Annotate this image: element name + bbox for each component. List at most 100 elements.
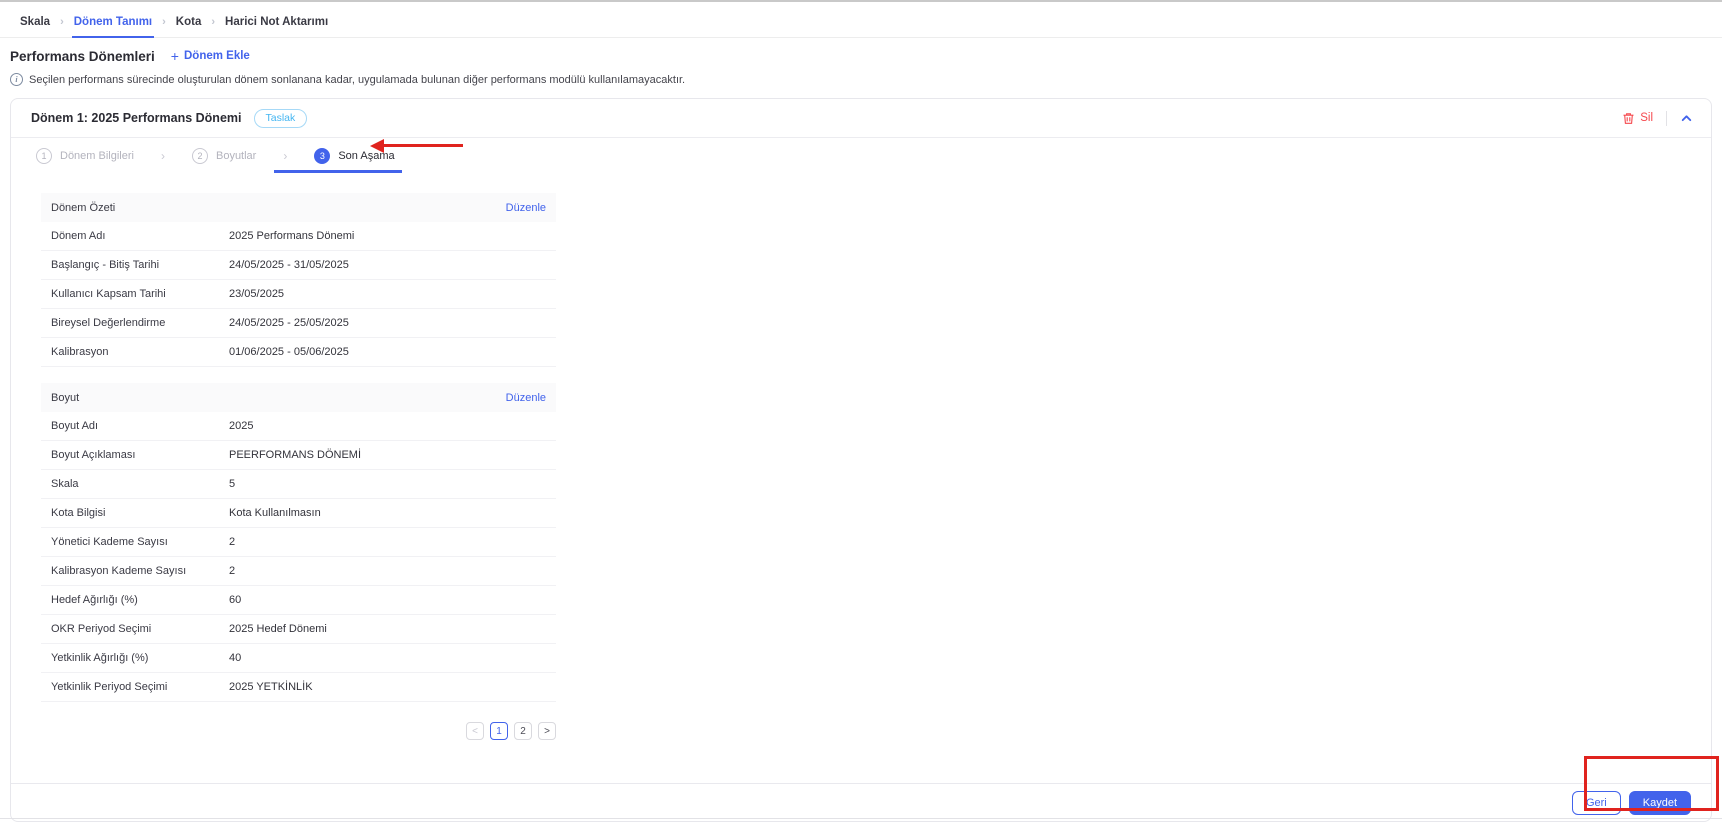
chevron-up-icon bbox=[1681, 114, 1692, 121]
period-card-header: Dönem 1: 2025 Performans Dönemi Taslak S… bbox=[11, 99, 1711, 138]
wizard-stepper: 1 Dönem Bilgileri › 2 Boyutlar › 3 Son A… bbox=[11, 138, 1711, 173]
table-row: Bireysel Değerlendirme 24/05/2025 - 25/0… bbox=[41, 309, 556, 338]
dimension-summary-table: Boyut Düzenle Boyut Adı 2025 Boyut Açıkl… bbox=[41, 383, 556, 702]
row-label: Kullanıcı Kapsam Tarihi bbox=[51, 288, 166, 300]
step-boyutlar[interactable]: 2 Boyutlar bbox=[191, 147, 257, 164]
collapse-card-button[interactable] bbox=[1680, 112, 1693, 125]
table-row: Boyut Açıklaması PEERFORMANS DÖNEMİ bbox=[41, 441, 556, 470]
row-label: Yönetici Kademe Sayısı bbox=[51, 536, 168, 548]
edit-period-link[interactable]: Düzenle bbox=[506, 202, 546, 214]
row-value: Kota Kullanılmasın bbox=[229, 507, 321, 519]
step-label: Son Aşama bbox=[338, 149, 395, 162]
row-label: OKR Periyod Seçimi bbox=[51, 623, 152, 635]
delete-period-label: Sil bbox=[1640, 112, 1653, 124]
table-row: Skala 5 bbox=[41, 470, 556, 499]
step-donem-bilgileri[interactable]: 1 Dönem Bilgileri bbox=[36, 147, 134, 164]
row-value: 60 bbox=[229, 594, 242, 606]
pagination-page-1[interactable]: 1 bbox=[490, 722, 508, 740]
section-title: Boyut bbox=[51, 391, 80, 404]
page-title: Performans Dönemleri bbox=[10, 48, 155, 64]
row-value: 5 bbox=[229, 478, 236, 490]
row-label: Kalibrasyon Kademe Sayısı bbox=[51, 565, 187, 577]
row-value: 23/05/2025 bbox=[229, 288, 285, 300]
annotation-arrow bbox=[370, 139, 463, 153]
table-row: Kullanıcı Kapsam Tarihi 23/05/2025 bbox=[41, 280, 556, 309]
table-row: Kalibrasyon 01/06/2025 - 05/06/2025 bbox=[41, 338, 556, 367]
row-label: Bireysel Değerlendirme bbox=[51, 317, 166, 329]
chevron-right-icon: › bbox=[283, 148, 288, 163]
edit-dimension-link[interactable]: Düzenle bbox=[506, 392, 546, 404]
row-value: 24/05/2025 - 25/05/2025 bbox=[229, 317, 349, 329]
row-value: 2025 YETKİNLİK bbox=[229, 681, 313, 693]
chevron-right-icon: › bbox=[211, 16, 216, 28]
info-text: Seçilen performans sürecinde oluşturulan… bbox=[29, 73, 686, 86]
row-value: 2 bbox=[229, 536, 236, 548]
step-label: Boyutlar bbox=[215, 149, 257, 162]
pagination-page-2[interactable]: 2 bbox=[514, 722, 532, 740]
table-row: OKR Periyod Seçimi 2025 Hedef Dönemi bbox=[41, 615, 556, 644]
table-row: Kalibrasyon Kademe Sayısı 2 bbox=[41, 557, 556, 586]
chevron-right-icon: › bbox=[60, 16, 64, 28]
bottom-border bbox=[0, 818, 1722, 819]
table-row: Başlangıç - Bitiş Tarihi 24/05/2025 - 31… bbox=[41, 251, 556, 280]
info-note: i Seçilen performans sürecinde oluşturul… bbox=[0, 64, 1722, 86]
row-label: Kalibrasyon bbox=[51, 346, 109, 358]
app-screen: Skala › Dönem Tanımı › Kota › Harici Not… bbox=[0, 0, 1722, 823]
breadcrumb: Skala › Dönem Tanımı › Kota › Harici Not… bbox=[0, 0, 1722, 38]
chevron-right-icon: › bbox=[162, 16, 166, 28]
section-title: Dönem Özeti bbox=[51, 201, 116, 214]
row-label: Yetkinlik Periyod Seçimi bbox=[51, 681, 168, 693]
table-row: Yetkinlik Periyod Seçimi 2025 YETKİNLİK bbox=[41, 673, 556, 702]
row-value: 40 bbox=[229, 652, 242, 664]
add-period-label: Dönem Ekle bbox=[183, 50, 250, 62]
delete-period-button[interactable]: Sil bbox=[1622, 112, 1653, 125]
chevron-right-icon: › bbox=[160, 148, 165, 163]
row-label: Yetkinlik Ağırlığı (%) bbox=[51, 652, 149, 664]
row-label: Skala bbox=[51, 478, 79, 490]
breadcrumb-item-kota[interactable]: Kota bbox=[176, 16, 202, 28]
table-row: Hedef Ağırlığı (%) 60 bbox=[41, 586, 556, 615]
table-row: Kota Bilgisi Kota Kullanılmasın bbox=[41, 499, 556, 528]
breadcrumb-item-harici-not-aktarimi[interactable]: Harici Not Aktarımı bbox=[225, 16, 328, 28]
summary-content: Dönem Özeti Düzenle Dönem Adı 2025 Perfo… bbox=[11, 173, 1711, 740]
row-value: 2025 bbox=[229, 420, 254, 432]
table-row: Yetkinlik Ağırlığı (%) 40 bbox=[41, 644, 556, 673]
period-card: Dönem 1: 2025 Performans Dönemi Taslak S… bbox=[10, 98, 1712, 822]
info-icon: i bbox=[10, 73, 23, 86]
row-value: 24/05/2025 - 31/05/2025 bbox=[229, 259, 349, 271]
row-label: Kota Bilgisi bbox=[51, 507, 106, 519]
table-row: Dönem Adı 2025 Performans Dönemi bbox=[41, 222, 556, 251]
table-row: Boyut Adı 2025 bbox=[41, 412, 556, 441]
plus-icon: + bbox=[170, 48, 179, 64]
active-step-underline bbox=[274, 170, 402, 173]
row-value: 2 bbox=[229, 565, 236, 577]
add-period-button[interactable]: + Dönem Ekle bbox=[171, 48, 250, 64]
row-value: PEERFORMANS DÖNEMİ bbox=[229, 449, 362, 461]
page-header: Performans Dönemleri + Dönem Ekle bbox=[0, 38, 1722, 64]
step-label: Dönem Bilgileri bbox=[60, 149, 134, 162]
pagination: < 1 2 > bbox=[41, 722, 556, 740]
row-value: 2025 Performans Dönemi bbox=[229, 230, 355, 242]
row-label: Dönem Adı bbox=[51, 230, 106, 242]
breadcrumb-item-donem-tanimi[interactable]: Dönem Tanımı bbox=[71, 16, 155, 38]
step-number: 2 bbox=[191, 147, 208, 164]
pagination-next-button[interactable]: > bbox=[538, 722, 556, 740]
row-label: Boyut Açıklaması bbox=[51, 449, 136, 461]
row-label: Başlangıç - Bitiş Tarihi bbox=[51, 259, 160, 271]
status-badge: Taslak bbox=[253, 108, 308, 128]
card-footer: Geri Kaydet bbox=[11, 783, 1711, 821]
row-value: 01/06/2025 - 05/06/2025 bbox=[229, 346, 349, 358]
period-summary-table: Dönem Özeti Düzenle Dönem Adı 2025 Perfo… bbox=[41, 193, 556, 367]
breadcrumb-item-skala[interactable]: Skala bbox=[20, 16, 50, 28]
section-header-boyut: Boyut Düzenle bbox=[41, 383, 556, 412]
divider bbox=[1666, 110, 1667, 126]
row-label: Hedef Ağırlığı (%) bbox=[51, 594, 138, 606]
step-number: 1 bbox=[36, 147, 52, 164]
step-number: 3 bbox=[314, 147, 331, 164]
section-header-donem-ozeti: Dönem Özeti Düzenle bbox=[41, 193, 556, 222]
top-border bbox=[0, 0, 1722, 2]
period-card-title: Dönem 1: 2025 Performans Dönemi bbox=[31, 111, 242, 125]
pagination-prev-button[interactable]: < bbox=[466, 722, 484, 740]
trash-icon bbox=[1623, 112, 1634, 124]
